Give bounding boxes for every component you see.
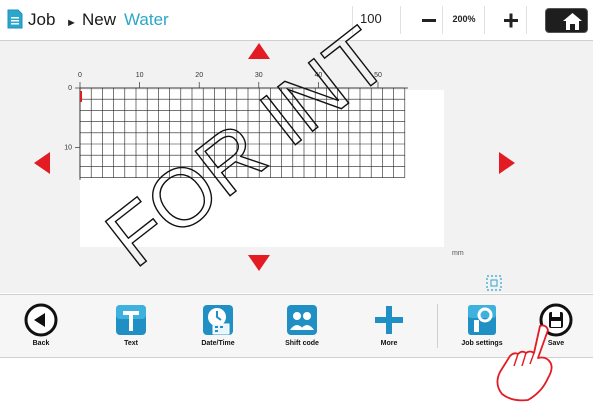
text-button[interactable]: Text — [96, 298, 166, 354]
ruler-x-label: 10 — [136, 72, 144, 79]
text-icon — [116, 305, 146, 335]
move-left-button[interactable] — [33, 151, 51, 178]
pointing-hand-icon — [496, 324, 553, 402]
move-right-button[interactable] — [498, 151, 516, 178]
date-time-button[interactable]: Date/Time — [183, 298, 253, 354]
ruler-y-label: 0 — [68, 85, 72, 92]
arrow-up-icon — [248, 43, 270, 59]
more-button[interactable]: More — [354, 298, 424, 354]
back-button[interactable]: Back — [6, 298, 76, 354]
shift-code-button[interactable]: Shift code — [267, 298, 337, 354]
move-down-button[interactable] — [247, 254, 271, 275]
job-editor-screen: Job ► New Water 100 200% 0 10 20 30 40 50 0 1 — [0, 0, 593, 407]
text-cursor — [80, 91, 82, 102]
text-label: Text — [124, 340, 138, 347]
date-time-icon — [203, 305, 233, 335]
arrow-left-icon — [34, 152, 50, 174]
ruler-x-label: 40 — [315, 72, 323, 79]
shift-code-icon — [287, 305, 317, 335]
ruler-x-label: 30 — [255, 72, 263, 79]
arrow-right-icon — [499, 152, 515, 174]
fit-to-screen-button[interactable] — [482, 271, 506, 295]
toolbar-divider — [437, 304, 438, 348]
move-up-button[interactable] — [247, 42, 271, 63]
ruler-x-label: 20 — [195, 72, 203, 79]
ruler-x-label: 0 — [78, 72, 82, 79]
ruler-y-label: 10 — [64, 145, 72, 152]
back-icon — [24, 303, 58, 337]
arrow-down-icon — [248, 255, 270, 271]
date-time-label: Date/Time — [201, 340, 235, 347]
back-label: Back — [32, 340, 50, 347]
more-label: More — [380, 340, 398, 347]
unit-label: mm — [452, 250, 464, 257]
shift-code-label: Shift code — [285, 340, 319, 347]
fit-screen-icon — [486, 275, 502, 291]
plus-icon — [375, 306, 403, 334]
ruler-x-label: 50 — [374, 72, 382, 79]
